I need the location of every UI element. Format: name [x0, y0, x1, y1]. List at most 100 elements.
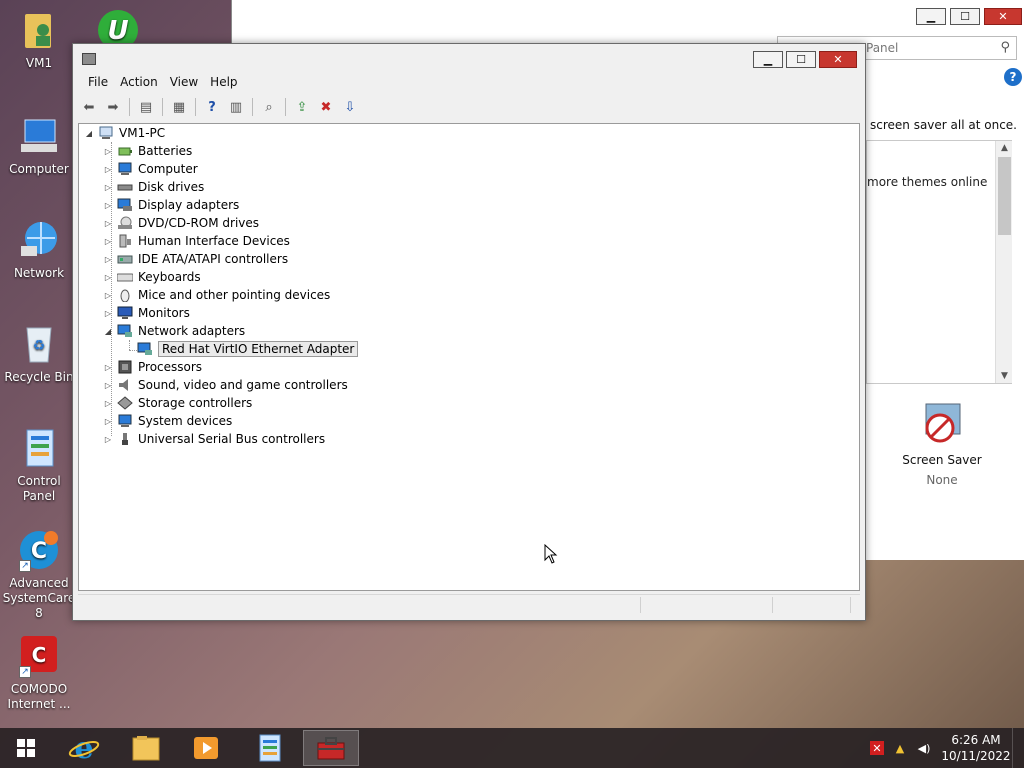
tree-category-keyboards[interactable]: ▷ Keyboards	[103, 268, 201, 286]
taskbar-control-panel[interactable]	[242, 730, 298, 766]
tree-category-label: Processors	[138, 360, 203, 374]
taskbar-device-manager[interactable]	[303, 730, 359, 766]
expand-arrow-icon[interactable]: ▷	[103, 255, 113, 264]
expand-arrow-icon[interactable]: ▷	[103, 183, 113, 192]
expand-arrow-icon[interactable]: ▷	[103, 273, 113, 282]
tree-category-hid[interactable]: ▷ Human Interface Devices	[103, 232, 290, 250]
desktop-icon-computer[interactable]: Computer	[0, 114, 78, 177]
screen-saver-setting[interactable]: Screen Saver None	[902, 402, 982, 487]
search-icon[interactable]: ⚲	[1000, 40, 1010, 55]
tree-category-disk-drives[interactable]: ▷ Disk drives	[103, 178, 204, 196]
expand-arrow-icon[interactable]: ▷	[103, 219, 113, 228]
menu-view[interactable]: View	[164, 72, 204, 94]
minimize-button[interactable]: ▁	[753, 51, 783, 68]
tree-root[interactable]: ◢ VM1-PC	[84, 124, 165, 142]
tree-category-computer[interactable]: ▷ Computer	[103, 160, 198, 178]
scroll-down-icon[interactable]: ▼	[996, 371, 1013, 381]
maximize-button[interactable]: ☐	[950, 8, 980, 25]
more-themes-link[interactable]: more themes online	[867, 175, 987, 189]
tree-device-ethernet-adapter[interactable]: Red Hat VirtIO Ethernet Adapter	[137, 340, 359, 358]
tree-category-network-adapters[interactable]: ◢ Network adapters	[103, 322, 245, 340]
close-button[interactable]: ✕	[984, 8, 1022, 25]
expand-arrow-icon[interactable]: ▷	[103, 147, 113, 156]
expand-arrow-icon[interactable]: ▷	[103, 363, 113, 372]
desktop-icon-control-panel[interactable]: Control Panel	[0, 426, 78, 504]
enable-device-icon[interactable]: ⇩	[340, 98, 360, 116]
menu-help[interactable]: Help	[204, 72, 243, 94]
properties-icon[interactable]: ▦	[169, 98, 189, 116]
comodo-tray-icon[interactable]: ✕	[870, 741, 884, 755]
expand-arrow-icon[interactable]: ▷	[103, 381, 113, 390]
taskbar: e ✕ ▲ ◀) 6:26 AM 10/11/2022	[0, 728, 1024, 768]
uninstall-device-icon[interactable]: ✖	[316, 98, 336, 116]
network-warning-icon[interactable]: ▲	[892, 740, 908, 756]
desktop-icon-advanced-systemcare[interactable]: C ↗ Advanced SystemCare 8	[0, 528, 78, 621]
speaker-icon	[117, 378, 133, 392]
maximize-button[interactable]: ☐	[786, 51, 816, 68]
tree-category-label: Computer	[138, 162, 198, 176]
menu-action[interactable]: Action	[114, 72, 164, 94]
expand-arrow-icon[interactable]: ▷	[103, 201, 113, 210]
themes-list[interactable]: more themes online	[866, 140, 1012, 384]
tree-category-sound[interactable]: ▷ Sound, video and game controllers	[103, 376, 348, 394]
system-tray: ✕ ▲ ◀) 6:26 AM 10/11/2022	[870, 728, 1024, 768]
taskbar-internet-explorer[interactable]: e	[56, 730, 112, 766]
tree-category-label: Universal Serial Bus controllers	[138, 432, 326, 446]
forward-arrow-icon[interactable]: ➡	[103, 98, 123, 116]
expand-arrow-icon[interactable]: ▷	[103, 309, 113, 318]
tree-root-label: VM1-PC	[119, 126, 166, 140]
tree-device-label: Red Hat VirtIO Ethernet Adapter	[158, 341, 359, 357]
close-button[interactable]: ✕	[819, 51, 857, 68]
expand-arrow-icon[interactable]: ▷	[103, 165, 113, 174]
speaker-icon[interactable]: ◀)	[916, 740, 932, 756]
scrollbar-thumb[interactable]	[998, 157, 1011, 235]
taskbar-file-explorer[interactable]	[118, 730, 174, 766]
tree-category-storage-controllers[interactable]: ▷ Storage controllers	[103, 394, 252, 412]
show-desktop-button[interactable]	[1012, 728, 1024, 768]
screen-saver-label: Screen Saver	[902, 453, 982, 467]
expand-arrow-icon[interactable]: ▷	[103, 435, 113, 444]
tree-category-dvd-cd-rom[interactable]: ▷ DVD/CD-ROM drives	[103, 214, 259, 232]
minimize-button[interactable]: ▁	[916, 8, 946, 25]
update-driver-icon[interactable]: ⇪	[292, 98, 312, 116]
expand-arrow-icon[interactable]: ▷	[103, 399, 113, 408]
collapse-arrow-icon[interactable]: ◢	[84, 129, 94, 138]
themes-scrollbar[interactable]: ▲ ▼	[995, 141, 1012, 383]
tree-category-batteries[interactable]: ▷ Batteries	[103, 142, 192, 160]
device-tree[interactable]: ◢ VM1-PC ▷ Batteries ▷ Computer ▷ Disk driv…	[78, 123, 860, 591]
scroll-up-icon[interactable]: ▲	[996, 143, 1013, 153]
tree-category-display-adapters[interactable]: ▷ Display adapters	[103, 196, 239, 214]
tree-category-processors[interactable]: ▷ Processors	[103, 358, 202, 376]
device-manager-window[interactable]: ▁ ☐ ✕ File Action View Help ⬅ ➡ ▤ ▦ ? ▥ …	[72, 43, 866, 621]
computer-icon	[17, 114, 61, 158]
taskbar-media-player[interactable]	[178, 730, 234, 766]
help-icon[interactable]: ?	[1004, 68, 1022, 86]
tree-category-monitors[interactable]: ▷ Monitors	[103, 304, 190, 322]
tree-category-mice[interactable]: ▷ Mice and other pointing devices	[103, 286, 330, 304]
network-adapter-icon	[137, 342, 153, 356]
expand-arrow-icon[interactable]: ▷	[103, 291, 113, 300]
desktop-icon-network[interactable]: Network	[0, 218, 78, 281]
windows-logo-icon	[17, 739, 35, 757]
clock[interactable]: 6:26 AM 10/11/2022	[940, 732, 1012, 764]
expand-arrow-icon[interactable]: ▷	[103, 417, 113, 426]
back-arrow-icon[interactable]: ⬅	[79, 98, 99, 116]
scan-hardware-icon[interactable]: ⌕	[259, 98, 279, 116]
tree-category-usb[interactable]: ▷ Universal Serial Bus controllers	[103, 430, 325, 448]
desktop-icon-comodo[interactable]: C ↗ COMODO Internet ...	[0, 634, 78, 712]
collapse-arrow-icon[interactable]: ◢	[103, 327, 113, 336]
help-book-icon[interactable]: ?	[202, 98, 222, 116]
device-manager-app-icon	[82, 53, 96, 65]
desktop-icon-recycle-bin[interactable]: ♻ Recycle Bin	[0, 322, 78, 385]
expand-arrow-icon[interactable]: ▷	[103, 237, 113, 246]
title-bar[interactable]: ▁ ☐ ✕	[73, 44, 865, 74]
tree-category-system-devices[interactable]: ▷ System devices	[103, 412, 232, 430]
desktop-icon-vm1[interactable]: VM1	[0, 8, 78, 71]
show-action-pane-icon[interactable]: ▥	[226, 98, 246, 116]
desktop-icon-label: Recycle Bin	[4, 370, 74, 384]
show-hide-console-tree-icon[interactable]: ▤	[136, 98, 156, 116]
monitor-icon	[117, 306, 133, 320]
menu-file[interactable]: File	[82, 72, 114, 94]
tree-category-ide-ata[interactable]: ▷ IDE ATA/ATAPI controllers	[103, 250, 288, 268]
start-button[interactable]	[0, 730, 52, 766]
